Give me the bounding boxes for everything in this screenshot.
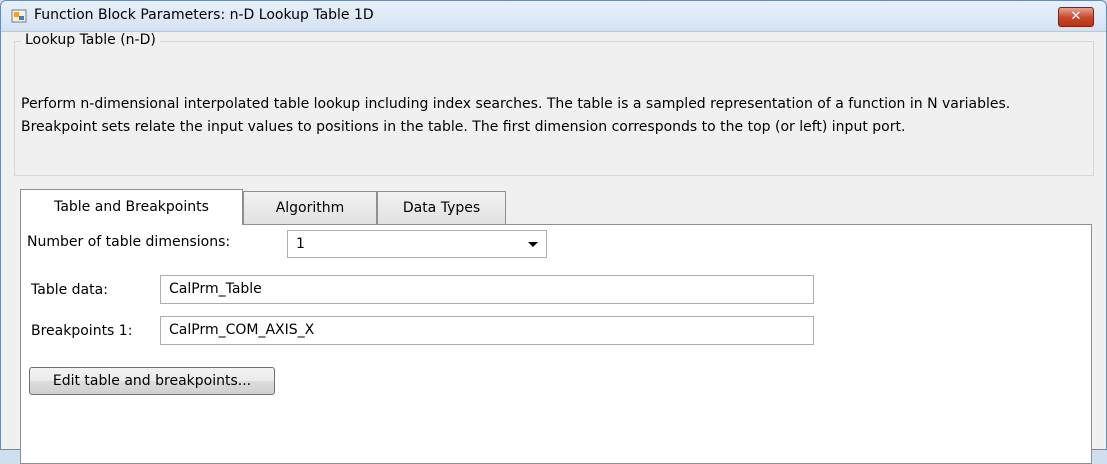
dimensions-select[interactable]: 1: [287, 230, 547, 258]
group-title: Lookup Table (n-D): [21, 32, 160, 48]
table-data-field[interactable]: CalPrm_Table: [160, 275, 814, 304]
close-button[interactable]: ✕: [1058, 7, 1094, 27]
tab-algorithm[interactable]: Algorithm: [243, 191, 377, 224]
tab-table-and-breakpoints[interactable]: Table and Breakpoints: [20, 189, 243, 225]
block-description: Perform n-dimensional interpolated table…: [21, 96, 1011, 135]
chevron-down-icon: [528, 242, 538, 247]
close-icon: ✕: [1070, 9, 1082, 24]
breakpoints1-field[interactable]: CalPrm_COM_AXIS_X: [160, 316, 814, 345]
simulink-block-icon: [11, 9, 27, 23]
title-bar[interactable]: Function Block Parameters: n-D Lookup Ta…: [1, 1, 1106, 32]
edit-table-button[interactable]: Edit table and breakpoints...: [29, 367, 275, 395]
breakpoints1-label: Breakpoints 1:: [31, 323, 133, 339]
dialog-window: Function Block Parameters: n-D Lookup Ta…: [0, 0, 1107, 464]
tab-data-types[interactable]: Data Types: [377, 191, 506, 224]
dimensions-value: 1: [296, 236, 305, 252]
window-title: Function Block Parameters: n-D Lookup Ta…: [34, 7, 374, 23]
dimensions-label: Number of table dimensions:: [27, 234, 231, 250]
table-data-label: Table data:: [31, 282, 108, 298]
